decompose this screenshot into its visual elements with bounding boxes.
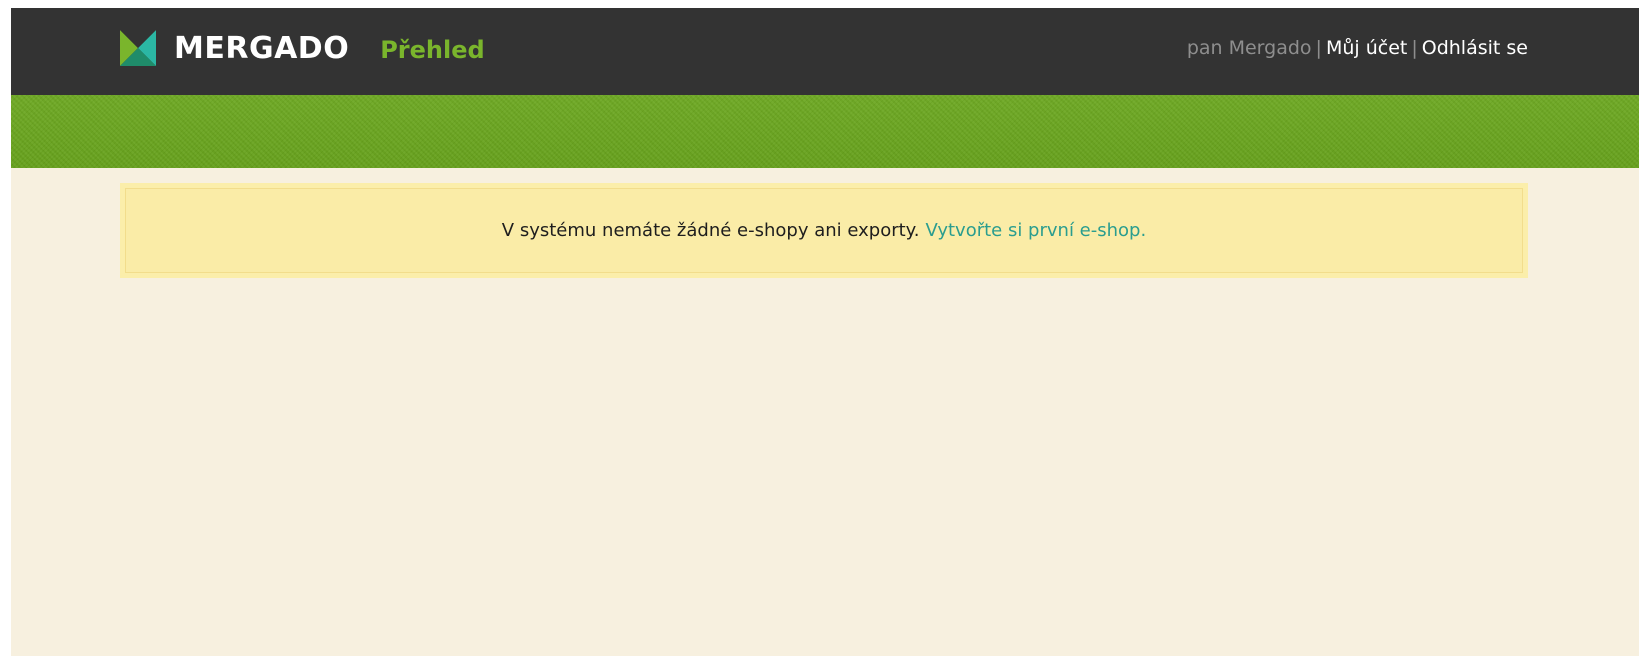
notice-message: V systému nemáte žádné e-shopy ani expor… [501, 220, 920, 241]
brand: MERGADO Přehled [120, 28, 485, 68]
my-account-link[interactable]: Můj účet [1326, 37, 1407, 59]
logo-wordmark[interactable]: MERGADO [174, 31, 349, 66]
mergado-logo-icon[interactable] [120, 30, 156, 66]
page-title: Přehled [380, 36, 485, 64]
logout-link[interactable]: Odhlásit se [1422, 37, 1528, 59]
header-banner [11, 95, 1639, 168]
notice-box: V systému nemáte žádné e-shopy ani expor… [125, 188, 1523, 273]
nav-separator: | [1315, 37, 1322, 59]
user-name: pan Mergado [1186, 37, 1312, 59]
empty-state-notice: V systému nemáte žádné e-shopy ani expor… [120, 183, 1528, 278]
top-navigation-bar: MERGADO Přehled pan Mergado | Můj účet | Odh… [11, 8, 1639, 95]
app-frame: MERGADO Přehled pan Mergado | Můj účet | Odh… [11, 8, 1639, 656]
user-navigation: pan Mergado | Můj účet | Odhlásit se [1187, 37, 1528, 59]
create-first-eshop-link[interactable]: Vytvořte si první e-shop. [926, 220, 1147, 241]
nav-separator: | [1411, 37, 1418, 59]
